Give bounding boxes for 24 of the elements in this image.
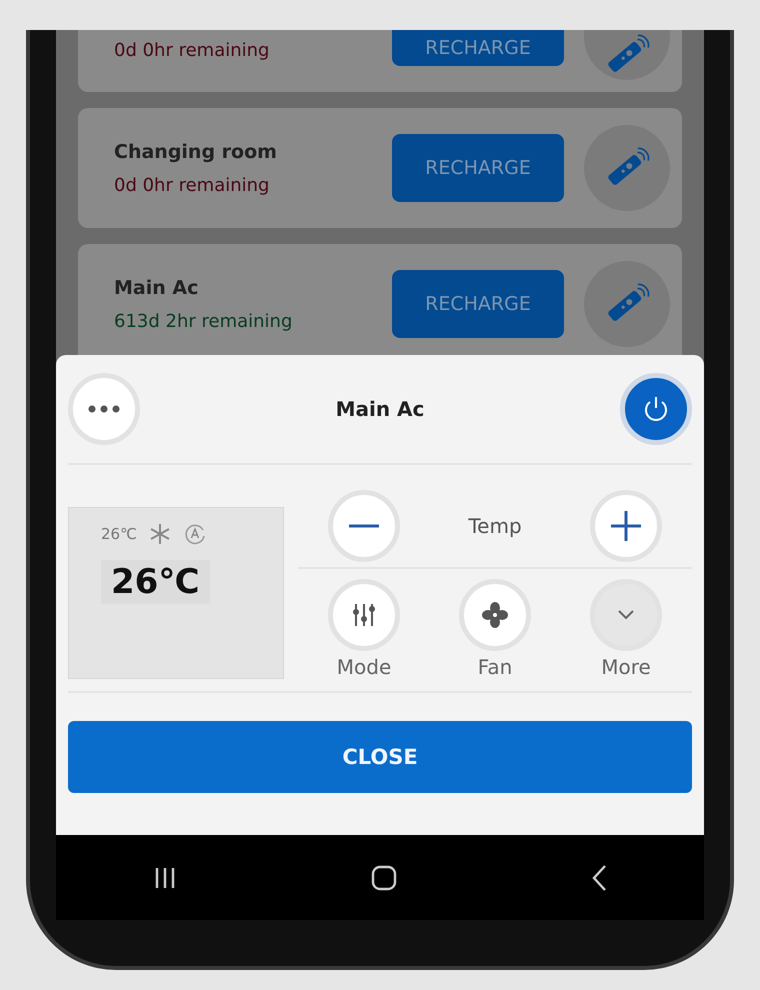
device-title: Main Ac <box>336 397 424 421</box>
device-name: Main Ac <box>114 276 200 298</box>
set-temperature: 26℃ <box>101 525 137 543</box>
remaining-time: 0d 0hr remaining <box>114 174 270 196</box>
temp-label: Temp <box>468 514 522 538</box>
chevron-down-icon <box>616 609 636 621</box>
recharge-button[interactable]: RECHARGE <box>392 134 564 202</box>
back-icon[interactable] <box>591 864 607 892</box>
recharge-button[interactable]: RECHARGE <box>392 30 564 66</box>
recent-apps-icon[interactable] <box>153 866 177 890</box>
snowflake-icon <box>148 523 171 545</box>
remaining-time: 0d 0hr remaining <box>114 40 270 61</box>
current-temperature: 26℃ <box>101 560 210 604</box>
ellipsis-icon <box>88 405 120 413</box>
auto-mode-icon <box>182 522 207 546</box>
minus-icon <box>349 524 379 528</box>
close-button[interactable]: CLOSE <box>68 721 692 793</box>
home-icon[interactable] <box>371 864 397 890</box>
plus-icon <box>611 511 641 541</box>
device-name: Changing room <box>114 140 278 162</box>
recharge-button[interactable]: RECHARGE <box>392 270 564 338</box>
remaining-time: 613d 2hr remaining <box>114 310 294 332</box>
sliders-icon <box>350 601 378 629</box>
fan-icon <box>481 601 509 629</box>
